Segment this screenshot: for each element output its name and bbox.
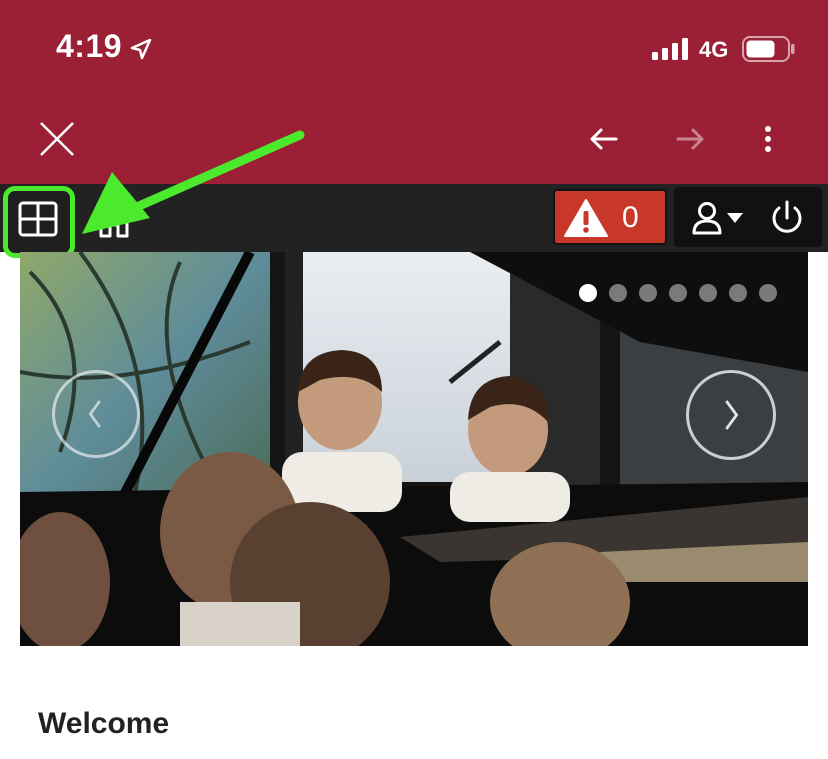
page-title: Welcome: [38, 707, 170, 740]
more-vertical-icon[interactable]: [758, 124, 778, 154]
chevron-right-icon: [725, 400, 739, 430]
battery-icon: [742, 36, 795, 62]
carousel-indicators[interactable]: [578, 283, 778, 303]
signal-icon: [652, 38, 688, 60]
grid-icon: [18, 201, 58, 237]
carousel-next-button[interactable]: [686, 370, 776, 460]
network-type: 4G: [699, 37, 729, 62]
browser-header: [0, 0, 828, 184]
power-icon[interactable]: [769, 200, 805, 236]
location-arrow-icon: [130, 38, 152, 60]
user-icon[interactable]: [691, 201, 723, 235]
warning-icon: [564, 199, 608, 237]
carousel-prev-button[interactable]: [52, 370, 140, 458]
alert-count-badge: 0: [622, 201, 639, 234]
arrow-right-icon[interactable]: [676, 124, 706, 154]
chevron-down-icon[interactable]: [727, 213, 743, 223]
arrow-left-icon[interactable]: [588, 124, 618, 154]
chevron-left-icon: [88, 400, 101, 428]
home-icon[interactable]: [94, 203, 134, 239]
close-icon[interactable]: [38, 120, 76, 158]
status-time: 4:19: [56, 28, 123, 64]
